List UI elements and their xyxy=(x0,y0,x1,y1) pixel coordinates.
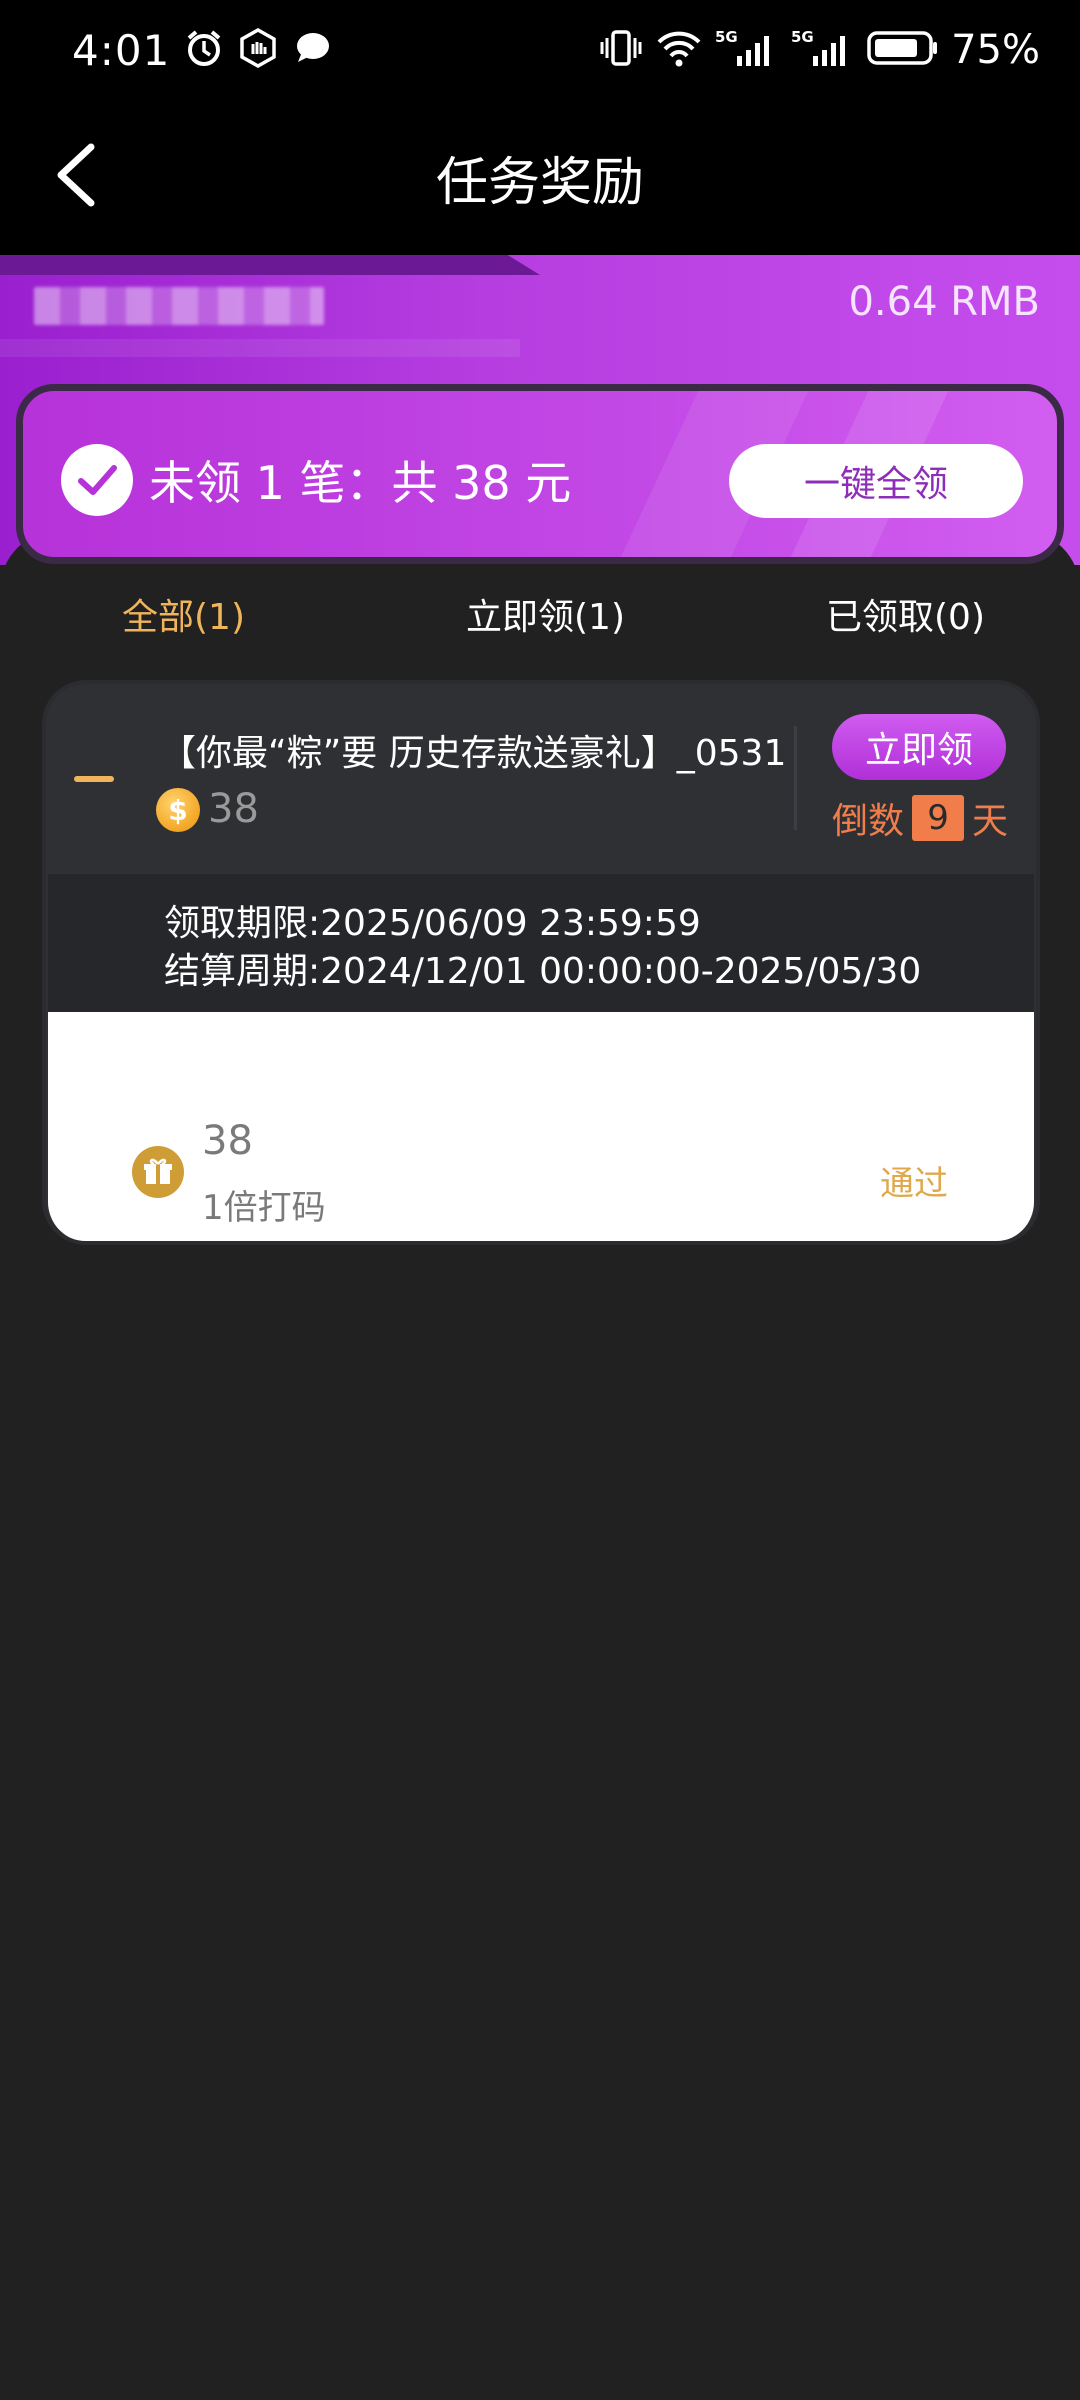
collapse-icon[interactable] xyxy=(74,776,114,782)
task-card: 【你最“粽”要 历史存款送豪礼】_0531 $ 38 立即领 倒数 9 天 领取… xyxy=(42,680,1040,1245)
alarm-icon xyxy=(184,28,224,72)
battery-percent: 75% xyxy=(951,27,1040,73)
countdown-prefix: 倒数 xyxy=(832,801,905,842)
coin-icon: $ xyxy=(156,788,200,832)
banner-decoration-line xyxy=(0,339,520,357)
task-title: 【你最“粽”要 历史存款送豪礼】_0531 xyxy=(160,733,787,774)
countdown-suffix: 天 xyxy=(972,801,1009,842)
tab-all[interactable]: 全部(1) xyxy=(122,588,245,640)
countdown: 倒数 9 天 xyxy=(832,792,1008,844)
unclaimed-summary: 未领 1 笔：共 38 元 xyxy=(149,456,572,510)
task-details: 领取期限:2025/06/09 23:59:59 结算周期:2024/12/01… xyxy=(48,874,1034,1012)
status-time: 4:01 xyxy=(72,25,171,75)
task-header[interactable]: 【你最“粽”要 历史存款送豪礼】_0531 $ 38 立即领 倒数 9 天 xyxy=(46,684,1036,874)
status-bar: 4:01 5G 5G 75% xyxy=(0,0,1080,100)
settlement-period: 结算周期:2024/12/01 00:00:00-2025/05/30 xyxy=(164,951,922,992)
battery-icon xyxy=(867,28,939,72)
signal-5g-icon-2: 5G xyxy=(791,26,855,74)
claim-all-button[interactable]: 一键全领 xyxy=(729,444,1023,518)
tab-claim-now[interactable]: 立即领(1) xyxy=(466,588,625,640)
wifi-icon xyxy=(655,26,703,74)
divider xyxy=(794,726,797,830)
tab-claimed[interactable]: 已领取(0) xyxy=(826,588,985,640)
svg-text:5G: 5G xyxy=(715,28,738,46)
banner-decoration xyxy=(0,255,540,275)
back-button[interactable] xyxy=(40,140,110,210)
status-badge: 通过 xyxy=(880,1164,948,1204)
signal-5g-icon: 5G xyxy=(715,26,779,74)
task-amount: 38 xyxy=(208,786,259,832)
filter-tabs: 全部(1) 立即领(1) 已领取(0) xyxy=(0,588,1080,648)
claim-summary-card: 未领 1 笔：共 38 元 一键全领 xyxy=(16,384,1064,564)
bonus-rule: 1倍打码 xyxy=(202,1188,326,1228)
chevron-left-icon xyxy=(57,143,95,207)
svg-text:5G: 5G xyxy=(791,28,814,46)
claim-deadline: 领取期限:2025/06/09 23:59:59 xyxy=(164,903,701,944)
balance-text: 0.64 RMB xyxy=(848,279,1040,325)
hand-icon xyxy=(238,27,278,72)
message-icon xyxy=(292,28,332,72)
nav-bar: 任务奖励 xyxy=(0,100,1080,255)
check-icon xyxy=(61,444,133,516)
blurred-username xyxy=(34,287,324,325)
vibrate-icon xyxy=(599,26,643,74)
gift-icon xyxy=(132,1146,184,1198)
bonus-amount: 38 xyxy=(202,1118,253,1164)
countdown-days: 9 xyxy=(912,795,965,841)
task-bonus-row: 38 1倍打码 通过 xyxy=(48,1012,1034,1241)
page-title: 任务奖励 xyxy=(435,153,644,213)
claim-now-button[interactable]: 立即领 xyxy=(832,714,1006,780)
